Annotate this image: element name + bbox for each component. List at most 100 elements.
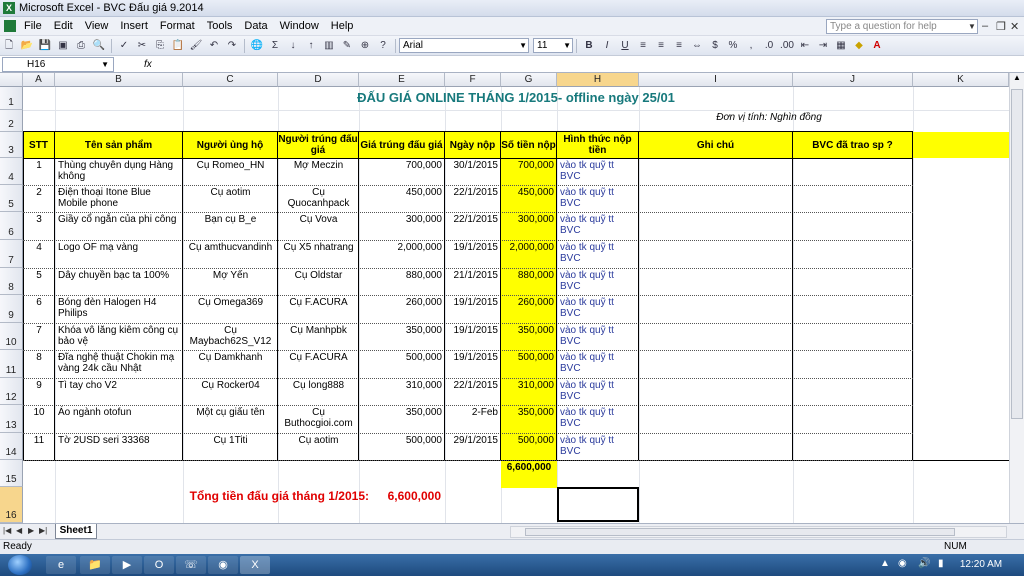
print-icon[interactable]: ⎙ <box>73 38 89 54</box>
cell-price[interactable]: 500,000 <box>359 350 445 378</box>
spelling-icon[interactable]: ✓ <box>116 38 132 54</box>
restore-icon[interactable]: ❐ <box>996 20 1006 33</box>
cell-method[interactable]: vào tk quỹ tt BVC <box>557 295 639 323</box>
increase-indent-icon[interactable]: ⇥ <box>815 38 831 54</box>
font-color-icon[interactable]: A <box>869 38 885 54</box>
cell-price[interactable]: 260,000 <box>359 295 445 323</box>
format-painter-icon[interactable]: 🖌 <box>188 38 204 54</box>
column-header-j[interactable]: J <box>793 73 913 87</box>
cell-date[interactable]: 29/1/2015 <box>445 433 501 460</box>
cell-winner[interactable]: Cụ F.ACURA <box>278 350 359 378</box>
cell-winner[interactable]: Cụ Quocanhpack <box>278 185 359 212</box>
increase-decimal-icon[interactable]: .0 <box>761 38 777 54</box>
cell-price[interactable]: 310,000 <box>359 378 445 405</box>
save-icon[interactable]: 💾 <box>37 38 53 54</box>
cell-donor[interactable]: Cụ Omega369 <box>183 295 278 323</box>
next-sheet-icon[interactable]: ▶ <box>28 526 34 535</box>
cell-method[interactable]: vào tk quỹ tt BVC <box>557 240 639 268</box>
start-button[interactable] <box>8 555 32 575</box>
total-label[interactable]: Tổng tiền đấu giá tháng 1/2015: <box>153 485 369 507</box>
cell-donor[interactable]: Cụ Maybach62S_V12 <box>183 323 278 350</box>
cell-product-name[interactable]: Tờ 2USD seri 33368 <box>55 433 183 460</box>
row-header-5[interactable]: 5 <box>0 185 23 212</box>
decrease-decimal-icon[interactable]: .00 <box>779 38 795 54</box>
cell-date[interactable]: 22/1/2015 <box>445 378 501 405</box>
menu-file[interactable]: File <box>18 20 48 32</box>
redo-icon[interactable]: ↷ <box>224 38 240 54</box>
row-header-12[interactable]: 12 <box>0 378 23 405</box>
undo-icon[interactable]: ↶ <box>206 38 222 54</box>
cell-product-name[interactable]: Bóng đèn Halogen H4 Philips <box>55 295 183 323</box>
header-notes[interactable]: Ghi chú <box>639 132 793 158</box>
cell-date[interactable]: 30/1/2015 <box>445 158 501 185</box>
cell-method[interactable]: vào tk quỹ tt BVC <box>557 378 639 405</box>
header-product-name[interactable]: Tên sản phẩm <box>55 132 183 158</box>
cell-price[interactable]: 350,000 <box>359 405 445 433</box>
cell-product-name[interactable]: Khóa vô lăng kiêm công cụ bảo vệ <box>55 323 183 350</box>
open-icon[interactable]: 📂 <box>19 38 35 54</box>
italic-icon[interactable]: I <box>599 38 615 54</box>
header-paid[interactable]: Số tiền nộp <box>501 132 557 158</box>
name-box[interactable]: H16 ▼ <box>2 56 114 72</box>
workbook-icon[interactable] <box>4 20 16 32</box>
cell-stt[interactable]: 6 <box>23 295 55 323</box>
insert-function-icon[interactable]: fx <box>144 59 160 70</box>
cell-winner[interactable]: Cụ Manhpbk <box>278 323 359 350</box>
cell-paid[interactable]: 700,000 <box>501 158 557 185</box>
prev-sheet-icon[interactable]: ◀ <box>16 526 22 535</box>
row-header-13[interactable]: 13 <box>0 405 23 433</box>
menu-format[interactable]: Format <box>154 20 201 32</box>
cell-method[interactable]: vào tk quỹ tt BVC <box>557 268 639 295</box>
decrease-indent-icon[interactable]: ⇤ <box>797 38 813 54</box>
cell-stt[interactable]: 8 <box>23 350 55 378</box>
cell-product-name[interactable]: Giầy cổ ngắn của phi công <box>55 212 183 240</box>
font-size-select[interactable]: 11 ▼ <box>533 38 573 53</box>
cell-winner[interactable]: Cụ F.ACURA <box>278 295 359 323</box>
header-donor[interactable]: Người ủng hộ <box>183 132 278 158</box>
cell-method[interactable]: vào tk quỹ tt BVC <box>557 350 639 378</box>
cell-method[interactable]: vào tk quỹ tt BVC <box>557 405 639 433</box>
row-header-4[interactable]: 4 <box>0 158 23 185</box>
cell-winner[interactable]: Mợ Meczin <box>278 158 359 185</box>
drawing-icon[interactable]: ✎ <box>339 38 355 54</box>
cell-paid[interactable]: 500,000 <box>501 433 557 460</box>
cell-stt[interactable]: 9 <box>23 378 55 405</box>
merge-center-icon[interactable]: ⇔ <box>689 38 705 54</box>
zoom-icon[interactable]: ⊕ <box>357 38 373 54</box>
header-date[interactable]: Ngày nộp <box>445 132 501 158</box>
horizontal-scrollbar[interactable] <box>510 526 1007 538</box>
cell-paid[interactable]: 350,000 <box>501 405 557 433</box>
cell-price[interactable]: 300,000 <box>359 212 445 240</box>
cell-winner[interactable]: Cụ aotim <box>278 433 359 460</box>
font-name-select[interactable]: Arial ▼ <box>399 38 529 53</box>
column-header-k[interactable]: K <box>913 73 1009 87</box>
first-sheet-icon[interactable]: |◀ <box>3 526 11 535</box>
column-header-f[interactable]: F <box>445 73 501 87</box>
help-search-input[interactable]: Type a question for help <box>826 19 978 34</box>
cell-price[interactable]: 350,000 <box>359 323 445 350</box>
cell-stt[interactable]: 10 <box>23 405 55 433</box>
permission-icon[interactable]: ▣ <box>55 38 71 54</box>
help-dropdown-icon[interactable]: ▼ <box>966 19 978 34</box>
cell-donor[interactable]: Cụ Damkhanh <box>183 350 278 378</box>
menu-help[interactable]: Help <box>325 20 360 32</box>
cell-date[interactable]: 22/1/2015 <box>445 185 501 212</box>
cell-product-name[interactable]: Áo ngành otofun <box>55 405 183 433</box>
media-player-taskbar-icon[interactable]: ▶ <box>112 556 142 574</box>
cell-winner[interactable]: Cụ Oldstar <box>278 268 359 295</box>
cell-price[interactable]: 2,000,000 <box>359 240 445 268</box>
cell-stt[interactable]: 1 <box>23 158 55 185</box>
cell-stt[interactable]: 2 <box>23 185 55 212</box>
scroll-up-icon[interactable]: ▲ <box>1010 73 1024 82</box>
column-header-e[interactable]: E <box>359 73 445 87</box>
tray-app-icon[interactable]: ◉ <box>898 558 907 569</box>
cell-date[interactable]: 22/1/2015 <box>445 212 501 240</box>
menu-window[interactable]: Window <box>274 20 325 32</box>
cell-product-name[interactable]: Tì tay cho V2 <box>55 378 183 405</box>
total-value[interactable]: 6,600,000 <box>375 485 441 507</box>
borders-icon[interactable]: ▦ <box>833 38 849 54</box>
header-stt[interactable]: STT <box>23 132 55 158</box>
cell-product-name[interactable]: Đĩa nghệ thuật Chokin mạ vàng 24k cầu Nh… <box>55 350 183 378</box>
cell-stt[interactable]: 5 <box>23 268 55 295</box>
currency-icon[interactable]: $ <box>707 38 723 54</box>
